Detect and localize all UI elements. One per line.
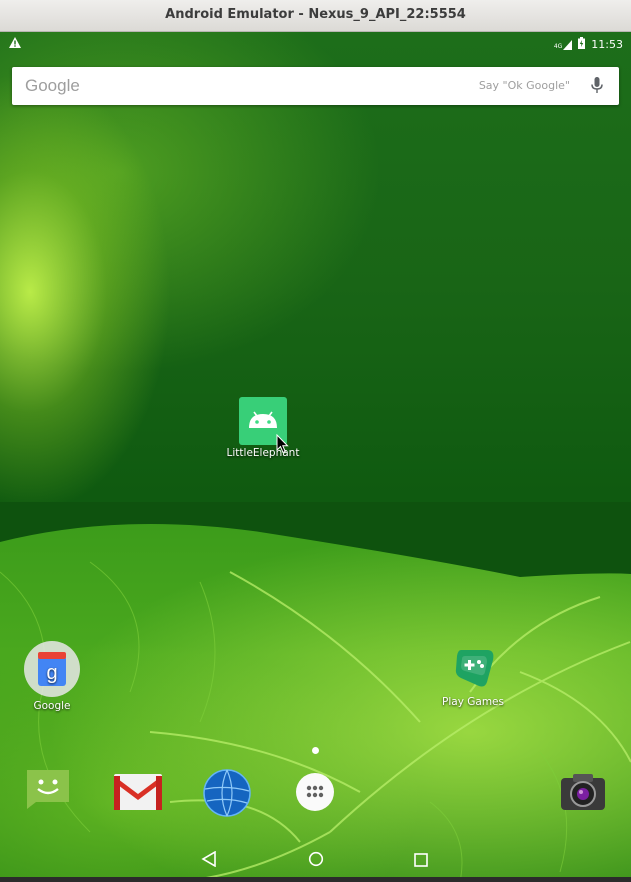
warning-icon	[9, 37, 21, 51]
svg-text:g: g	[46, 662, 57, 684]
mouse-cursor-icon	[276, 433, 289, 458]
messaging-icon[interactable]	[24, 767, 72, 813]
signal-icon: 4G	[553, 39, 573, 50]
battery-icon	[578, 37, 586, 52]
network-type: 4G	[553, 42, 563, 50]
window-titlebar: Android Emulator - Nexus_9_API_22:5554	[0, 0, 631, 32]
window-bottom-edge	[0, 877, 631, 882]
clock: 11:53	[591, 38, 623, 51]
camera-icon[interactable]	[559, 772, 607, 816]
home-icon[interactable]	[308, 851, 324, 871]
play-games-icon	[447, 642, 499, 694]
voice-search-hint: Say "Ok Google"	[478, 79, 570, 92]
app-label-google: Google	[33, 700, 71, 712]
recents-icon[interactable]	[414, 852, 428, 871]
browser-icon[interactable]	[203, 769, 251, 821]
navigation-bar	[0, 842, 631, 877]
page-indicator	[312, 747, 319, 754]
status-bar: 4G 11:53	[0, 32, 631, 56]
wallpaper-leaf	[0, 502, 631, 877]
google-logo: Google	[25, 76, 80, 95]
gmail-icon[interactable]	[114, 774, 162, 814]
google-search-bar[interactable]: Google Say "Ok Google"	[12, 67, 619, 105]
back-icon[interactable]	[201, 850, 217, 871]
app-play-games[interactable]: Play Games	[435, 642, 511, 708]
app-google-folder[interactable]: g Google	[17, 640, 87, 712]
mic-icon[interactable]	[591, 77, 603, 98]
emulator-screen: 4G 11:53 Google Say "Ok Google" LittleEl…	[0, 32, 631, 877]
app-label-play-games: Play Games	[442, 696, 504, 708]
google-folder-icon: g	[23, 640, 81, 698]
app-drawer-icon[interactable]	[295, 772, 335, 816]
window-title: Android Emulator - Nexus_9_API_22:5554	[165, 7, 466, 22]
